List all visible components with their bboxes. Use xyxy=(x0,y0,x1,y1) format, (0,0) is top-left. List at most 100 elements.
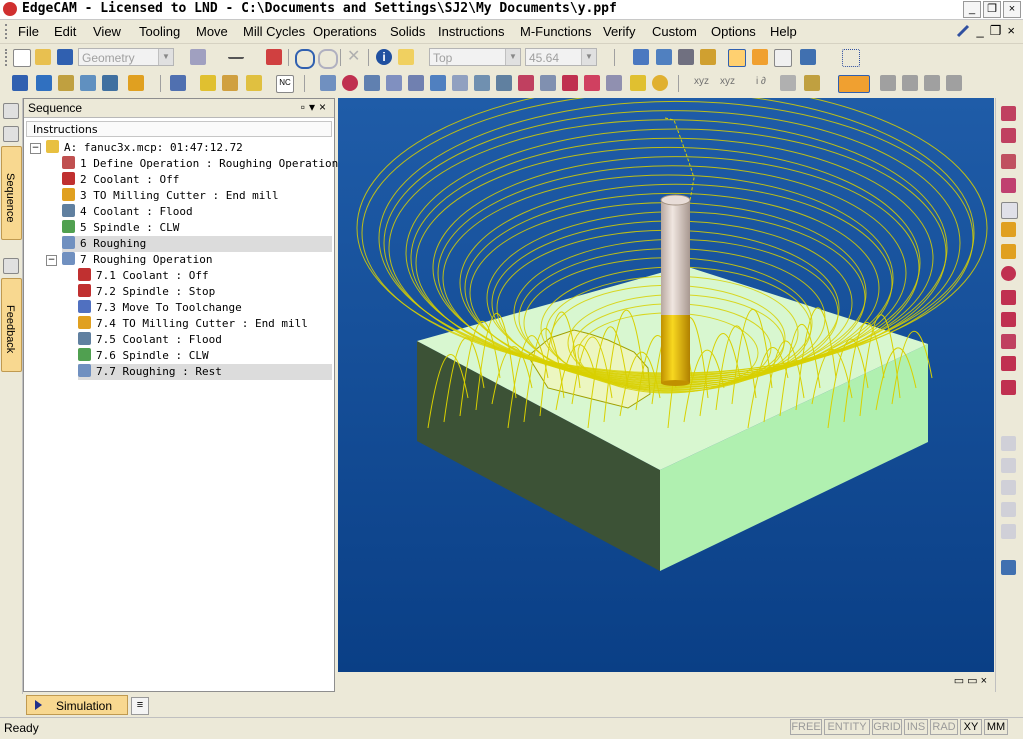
diamond-cycle-icon[interactable] xyxy=(1001,290,1016,305)
projection-icon[interactable] xyxy=(496,75,512,91)
cycle-icon[interactable] xyxy=(200,75,216,91)
tree-row[interactable]: 5 Spindle : CLW xyxy=(62,220,332,236)
redo-icon[interactable] xyxy=(318,49,338,69)
tree-row[interactable]: 1 Define Operation : Roughing Operation xyxy=(62,156,338,172)
pen-icon[interactable] xyxy=(955,23,971,39)
point-tool-icon[interactable] xyxy=(1001,480,1016,495)
tree-row[interactable]: 7.2 Spindle : Stop xyxy=(78,284,332,300)
slotting-cycle-icon[interactable] xyxy=(1001,334,1016,349)
menu-instructions[interactable]: Instructions xyxy=(438,24,504,39)
simulation-tab[interactable]: Simulation xyxy=(26,695,128,715)
minimize-button[interactable]: _ xyxy=(963,1,981,18)
curve-tool-icon[interactable] xyxy=(1001,502,1016,517)
menu-options[interactable]: Options xyxy=(711,24,756,39)
fit-view-icon[interactable] xyxy=(800,49,816,65)
tree-row[interactable]: A: fanuc3x.mcp: 01:47:12.72 xyxy=(46,140,332,156)
feedback-panel-icon[interactable] xyxy=(3,258,19,274)
menu-custom[interactable]: Custom xyxy=(652,24,697,39)
simulate-icon[interactable] xyxy=(652,75,668,91)
tree-row[interactable]: 7.7 Roughing : Rest xyxy=(78,364,332,380)
tree-row[interactable]: 7.5 Coolant : Flood xyxy=(78,332,332,348)
thread-icon[interactable] xyxy=(606,75,622,91)
engrave-cycle-icon[interactable] xyxy=(1001,380,1016,395)
viewport-window-controls[interactable]: ▭▭× xyxy=(954,674,990,687)
colour-brush-icon[interactable] xyxy=(266,49,282,65)
rapid-icon[interactable] xyxy=(36,75,52,91)
menu-solids[interactable]: Solids xyxy=(390,24,425,39)
pocket-cycle-icon[interactable] xyxy=(1001,154,1016,169)
solid-view-icon[interactable] xyxy=(752,49,768,65)
panel-menu-icon[interactable]: ▾ xyxy=(309,100,319,114)
restore-button[interactable]: ❐ xyxy=(983,1,1001,18)
view-combo[interactable]: Top ▼ xyxy=(429,48,521,66)
undo-icon[interactable] xyxy=(295,49,315,69)
chamfer-cycle-icon[interactable] xyxy=(1001,356,1016,371)
menubar-grip[interactable] xyxy=(5,24,10,39)
milling-cutter-icon[interactable] xyxy=(128,75,144,91)
menu-operations[interactable]: Operations xyxy=(313,24,377,39)
feed-icon[interactable] xyxy=(58,75,74,91)
parallel-lace-icon[interactable] xyxy=(386,75,402,91)
box-icon[interactable] xyxy=(1001,202,1018,219)
tree-row[interactable]: 7.4 TO Milling Cutter : End mill xyxy=(78,316,332,332)
hole-cycle-icon[interactable] xyxy=(1001,266,1016,281)
xyz-relative-icon[interactable]: xyz xyxy=(720,76,735,87)
pan-icon[interactable] xyxy=(700,49,716,65)
rotate-view-icon[interactable] xyxy=(678,49,694,65)
menu-m-functions[interactable]: M-Functions xyxy=(520,24,592,39)
tap-icon[interactable] xyxy=(246,75,262,91)
info-icon[interactable]: i xyxy=(376,49,392,65)
trim-tool-icon[interactable] xyxy=(1001,524,1016,539)
arc-icon[interactable] xyxy=(80,75,96,91)
tree-row[interactable]: 7 Roughing Operation xyxy=(62,252,332,268)
grid-snap-icon[interactable] xyxy=(656,49,672,65)
xyz-coord-icon[interactable]: xyz xyxy=(694,76,709,87)
mdi-minimize-button[interactable]: _ xyxy=(977,23,984,39)
open-folder-icon[interactable] xyxy=(35,49,51,65)
snap-endpoint-icon[interactable] xyxy=(880,75,896,91)
tree-row[interactable]: 6 Roughing xyxy=(62,236,332,252)
entity-icon[interactable] xyxy=(780,75,796,91)
new-file-icon[interactable] xyxy=(13,49,31,67)
slot-icon[interactable] xyxy=(540,75,556,91)
profile-cycle-icon[interactable] xyxy=(1001,128,1016,143)
menu-tooling[interactable]: Tooling xyxy=(139,24,180,39)
contour-cycle-icon[interactable] xyxy=(1001,178,1016,193)
machining-view[interactable] xyxy=(338,98,994,672)
roughing-icon[interactable] xyxy=(320,75,336,91)
save-icon[interactable] xyxy=(57,49,73,65)
link-icon[interactable] xyxy=(804,75,820,91)
menu-file[interactable]: File xyxy=(18,24,39,39)
camera-icon[interactable] xyxy=(774,49,792,67)
collapse-toggle-icon[interactable]: − xyxy=(30,143,41,154)
snap-mid-icon[interactable] xyxy=(902,75,918,91)
drill-cycle-icon[interactable] xyxy=(1001,222,1016,237)
snap-center-icon[interactable] xyxy=(924,75,940,91)
help-pointer-icon[interactable] xyxy=(398,49,414,65)
transform-tool-icon[interactable] xyxy=(1001,560,1016,575)
line-tool-icon[interactable] xyxy=(1001,436,1016,451)
tool-icon[interactable] xyxy=(102,75,118,91)
menu-view[interactable]: View xyxy=(93,24,121,39)
face-mill-icon[interactable] xyxy=(584,75,600,91)
nc-code-icon[interactable]: NC xyxy=(276,75,294,93)
mdi-restore-button[interactable]: ❐ xyxy=(990,23,1002,39)
menu-verify[interactable]: Verify xyxy=(603,24,636,39)
panel-close-button[interactable]: × xyxy=(319,100,330,114)
grid-icon[interactable] xyxy=(842,49,860,67)
list-icon[interactable]: ≡ xyxy=(131,697,149,715)
menu-mill-cycles[interactable]: Mill Cycles xyxy=(243,24,305,39)
tree-row[interactable]: 3 TO Milling Cutter : End mill xyxy=(62,188,332,204)
pin-icon[interactable]: ▫ xyxy=(301,100,309,114)
tree-row[interactable]: 7.6 Spindle : CLW xyxy=(78,348,332,364)
facing-cycle-icon[interactable] xyxy=(1001,312,1016,327)
profiling-icon[interactable] xyxy=(342,75,358,91)
graphics-viewport[interactable] xyxy=(338,98,994,672)
constant-cusp-icon[interactable] xyxy=(408,75,424,91)
tree-row[interactable]: 4 Coolant : Flood xyxy=(62,204,332,220)
shaded-view-icon[interactable] xyxy=(728,49,746,67)
tree-row[interactable]: 7.1 Coolant : Off xyxy=(78,268,332,284)
mill-cycle-icon[interactable] xyxy=(1001,106,1016,121)
tree-row[interactable]: 7.3 Move To Toolchange xyxy=(78,300,332,316)
rest-finish-icon[interactable] xyxy=(452,75,468,91)
